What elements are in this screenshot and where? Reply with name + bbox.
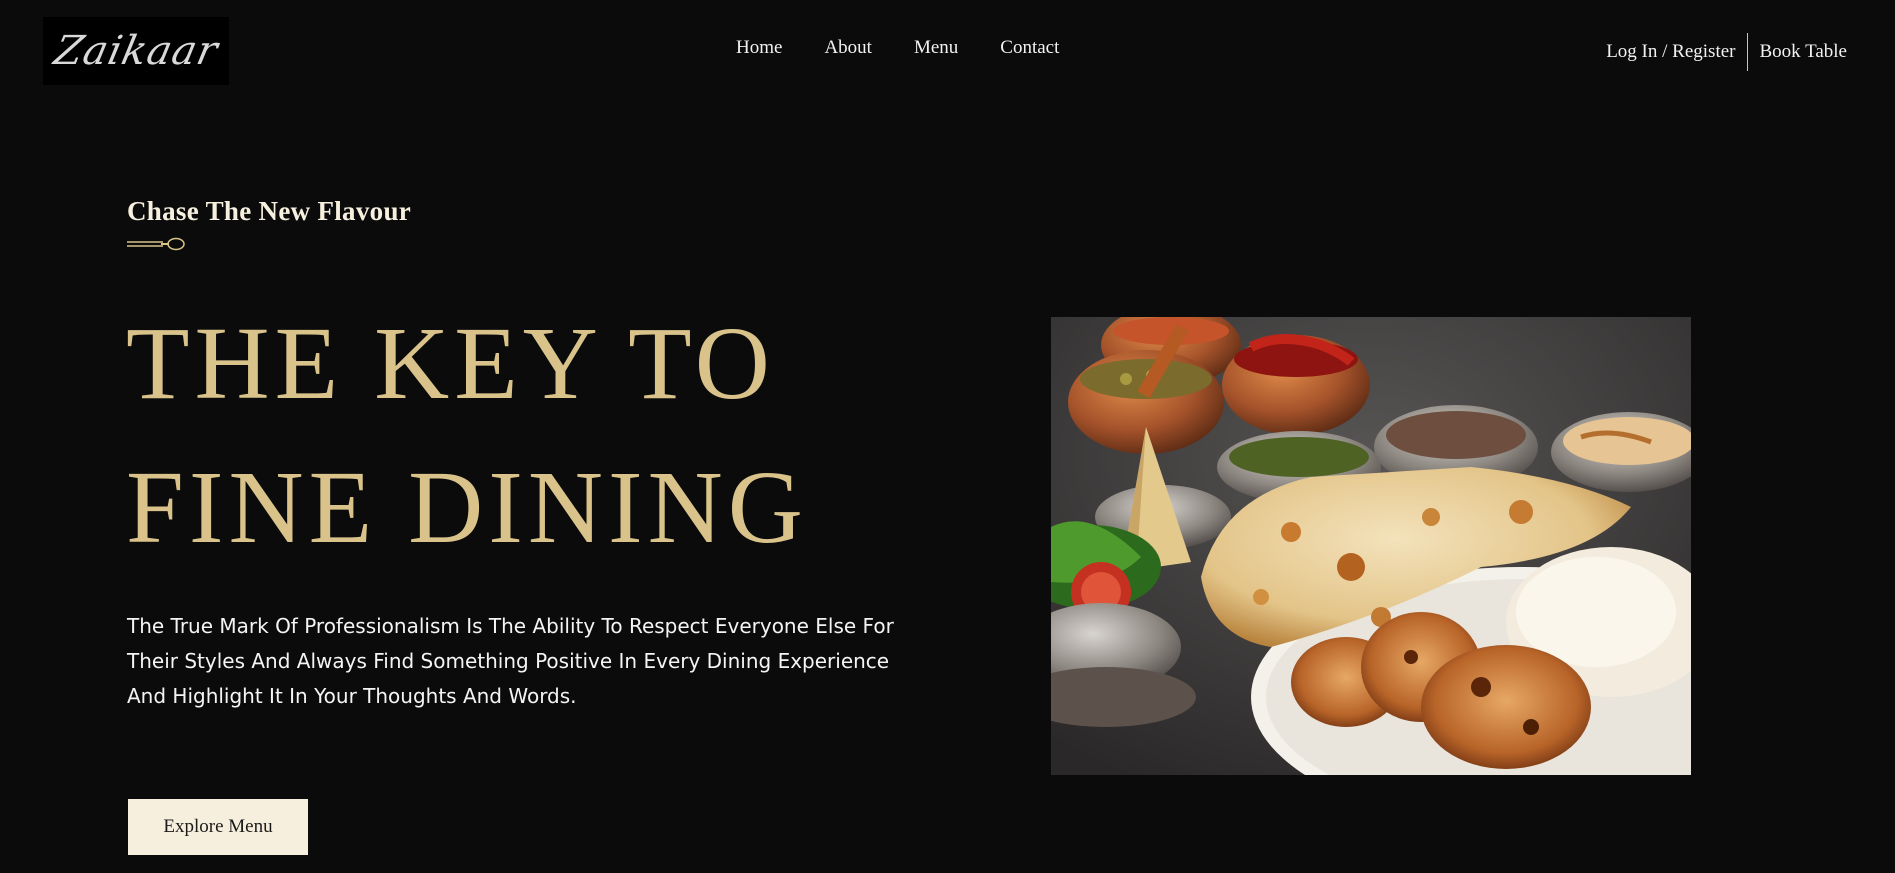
main-nav: Home About Menu Contact — [736, 37, 1059, 59]
explore-menu-button[interactable]: Explore Menu — [128, 799, 308, 855]
header-divider — [1747, 33, 1749, 71]
headline-line-1: THE KEY TO — [126, 306, 775, 421]
hero-description: The True Mark Of Professionalism Is The … — [127, 614, 894, 708]
hero-kicker: Chase The New Flavour — [127, 196, 412, 226]
nav-contact[interactable]: Contact — [1000, 37, 1059, 59]
login-register-link[interactable]: Log In / Register — [1606, 41, 1735, 63]
headline-line-2: FINE DINING — [126, 450, 808, 565]
nav-menu[interactable]: Menu — [914, 37, 958, 59]
logo-text: Zaikaar — [49, 28, 223, 74]
book-table-link[interactable]: Book Table — [1759, 41, 1847, 63]
nav-about[interactable]: About — [824, 37, 872, 59]
brand-logo[interactable]: Zaikaar — [43, 17, 229, 85]
nav-home[interactable]: Home — [736, 37, 782, 59]
food-illustration — [1051, 317, 1691, 775]
header-actions: Log In / Register Book Table — [1606, 33, 1847, 71]
hero-headline: THE KEY TO FINE DINING — [126, 292, 808, 580]
hero-food-image — [1051, 317, 1691, 775]
spoon-divider-icon — [127, 237, 185, 251]
